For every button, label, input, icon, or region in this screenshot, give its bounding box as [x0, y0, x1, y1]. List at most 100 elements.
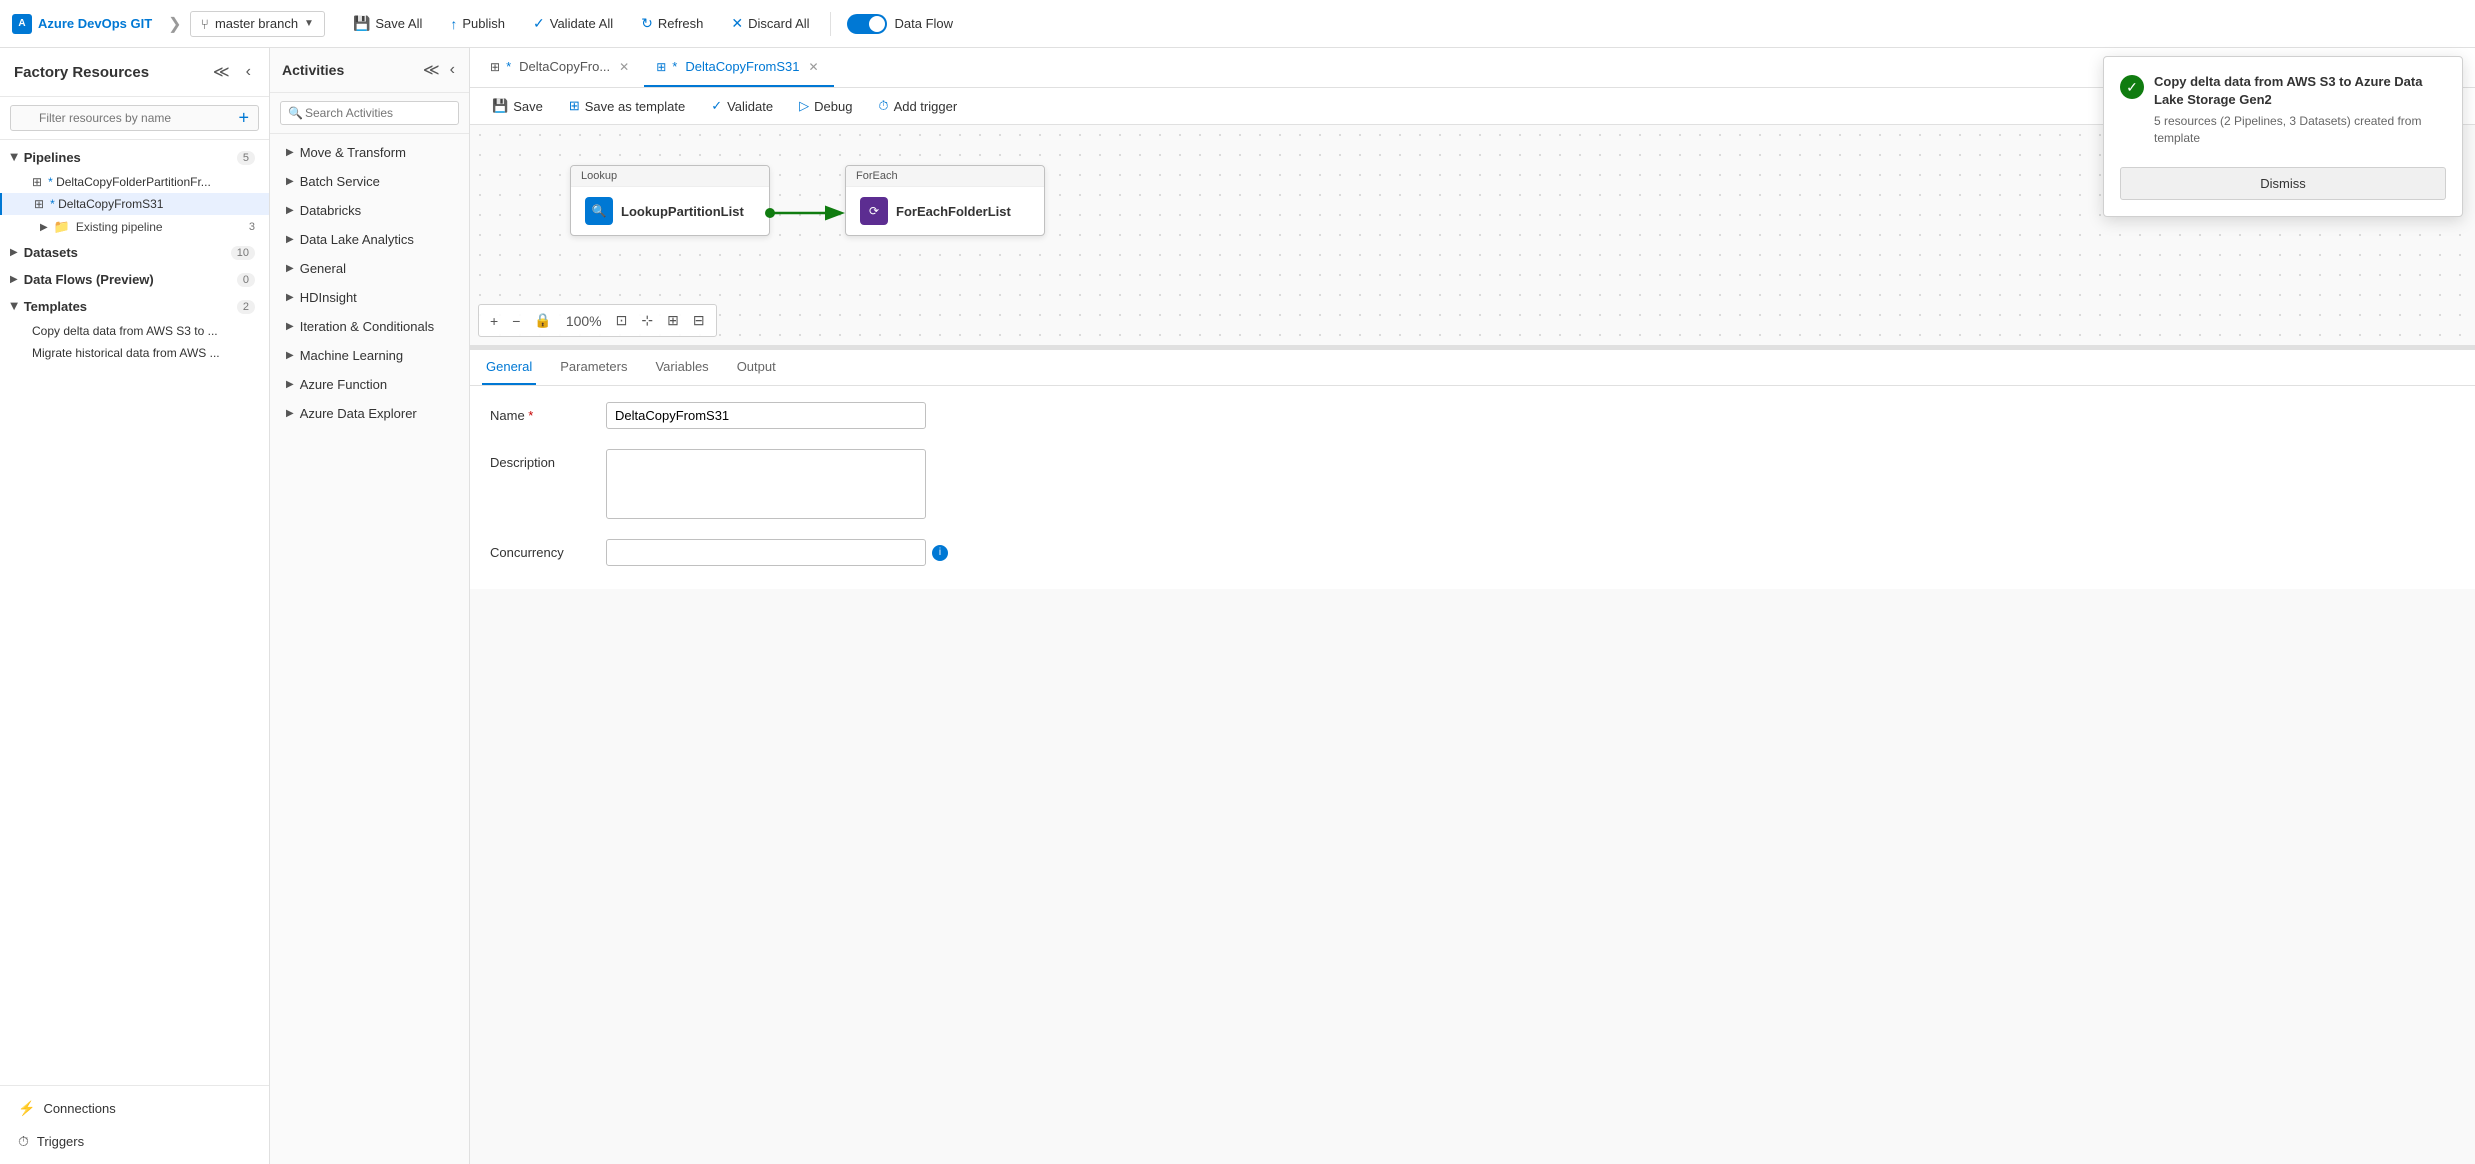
tab-1-modified: * [506, 59, 511, 74]
activity-databricks[interactable]: ▶ Databricks [270, 196, 469, 225]
datasets-section-header[interactable]: ▶ Datasets 10 [0, 239, 269, 266]
notif-success-icon: ✓ [2120, 75, 2144, 99]
canvas-debug-label: Debug [814, 99, 852, 114]
sidebar-minimize-button[interactable]: ‹ [242, 61, 255, 83]
modified-marker-2: * [50, 197, 55, 211]
tab-icon-1: ⊞ [490, 60, 500, 74]
tab-2[interactable]: ⊞ * DeltaCopyFromS31 ✕ [644, 48, 833, 87]
tab-parameters[interactable]: Parameters [556, 350, 631, 385]
pipelines-section-header[interactable]: ▶ Pipelines 5 [0, 144, 269, 171]
activity-general[interactable]: ▶ General [270, 254, 469, 283]
branch-icon: ⑂ [201, 16, 209, 32]
datasets-left: ▶ Datasets [10, 245, 78, 260]
tab-1-label: DeltaCopyFro... [519, 59, 610, 74]
tab-general[interactable]: General [482, 350, 536, 385]
canvas-validate-button[interactable]: ✓ Validate [701, 94, 783, 118]
tab-variables[interactable]: Variables [651, 350, 712, 385]
foreach-node-icon: ⟳ [860, 197, 888, 225]
activity-iteration-conditionals[interactable]: ▶ Iteration & Conditionals [270, 312, 469, 341]
activity-chevron-10: ▶ [286, 408, 294, 419]
discard-icon: ✕ [731, 15, 743, 32]
triggers-link[interactable]: ⏱ Triggers [14, 1127, 255, 1156]
sidebar-collapse-button[interactable]: ≪ [209, 60, 234, 84]
canvas-save-button[interactable]: 💾 Save [482, 94, 553, 118]
activity-data-lake-analytics[interactable]: ▶ Data Lake Analytics [270, 225, 469, 254]
bottom-panel: General Parameters Variables Output Name… [470, 349, 2475, 589]
description-textarea[interactable] [606, 449, 926, 519]
dismiss-button[interactable]: Dismiss [2120, 167, 2446, 200]
dataflows-chevron-icon: ▶ [10, 274, 18, 285]
concurrency-info-icon[interactable]: i [932, 545, 948, 561]
existing-pipeline-header[interactable]: ▶ 📁 Existing pipeline 3 [0, 215, 269, 239]
data-flow-toggle[interactable] [847, 14, 887, 34]
add-node-button[interactable]: + [485, 310, 503, 332]
lookup-node-icon: 🔍 [585, 197, 613, 225]
tab-icon-2: ⊞ [656, 60, 666, 74]
lookup-node-body: 🔍 LookupPartitionList [571, 187, 769, 235]
select-tool-button[interactable]: ⊹ [636, 309, 658, 332]
fit-canvas-button[interactable]: ⊡ [611, 309, 633, 332]
activity-chevron-1: ▶ [286, 147, 294, 158]
activity-move-transform[interactable]: ▶ Move & Transform [270, 138, 469, 167]
lookup-node[interactable]: Lookup 🔍 LookupPartitionList [570, 165, 770, 236]
sidebar-header-icons: ≪ ‹ [209, 60, 255, 84]
canvas-add-trigger-button[interactable]: ⏱ Add trigger [868, 94, 967, 118]
toggle-knob [869, 16, 885, 32]
name-label: Name * [490, 402, 590, 423]
lock-canvas-button[interactable]: 🔒 [529, 309, 556, 332]
branch-selector[interactable]: ⑂ master branch ▼ [190, 11, 325, 37]
activities-header: Activities ≪ ‹ [270, 48, 469, 93]
activity-azure-function[interactable]: ▶ Azure Function [270, 370, 469, 399]
tab-1-close[interactable]: ✕ [616, 59, 632, 75]
connections-link[interactable]: ⚡ Connections [14, 1094, 255, 1123]
adf-logo: A [12, 14, 32, 34]
foreach-node[interactable]: ForEach ⟳ ForEachFolderList [845, 165, 1045, 236]
tab-output[interactable]: Output [733, 350, 780, 385]
templates-count: 2 [237, 300, 255, 314]
activity-hdinsight[interactable]: ▶ HDInsight [270, 283, 469, 312]
refresh-button[interactable]: ↻ Refresh [629, 10, 715, 37]
group-tool-button[interactable]: ⊞ [662, 309, 684, 332]
sidebar-search-input[interactable] [10, 105, 259, 131]
pipelines-section: ▶ Pipelines 5 ⊞ * DeltaCopyFolderPartiti… [0, 144, 269, 239]
refresh-icon: ↻ [641, 15, 653, 32]
dataflows-section-label: Data Flows (Preview) [24, 272, 154, 287]
pipeline-item-1[interactable]: ⊞ * DeltaCopyFolderPartitionFr... [0, 171, 269, 193]
concurrency-input[interactable] [606, 539, 926, 566]
add-resource-button[interactable]: + [234, 108, 253, 129]
remove-node-button[interactable]: − [507, 310, 525, 332]
validate-all-button[interactable]: ✓ Validate All [521, 10, 625, 37]
foreach-node-header: ForEach [846, 166, 1044, 187]
activities-search-input[interactable] [280, 101, 459, 125]
activity-label-6: HDInsight [300, 290, 357, 305]
template-item-2[interactable]: Migrate historical data from AWS ... [0, 342, 269, 364]
activity-label-9: Azure Function [300, 377, 387, 392]
activities-collapse-button[interactable]: ≪ [421, 58, 442, 82]
canvas-save-template-button[interactable]: ⊞ Save as template [559, 94, 695, 118]
activity-batch-service[interactable]: ▶ Batch Service [270, 167, 469, 196]
name-input[interactable] [606, 402, 926, 429]
tab-1[interactable]: ⊞ * DeltaCopyFro... ✕ [478, 48, 644, 87]
left-sidebar: Factory Resources ≪ ‹ 🔍 + ▶ Pipelines [0, 48, 270, 1164]
activity-chevron-6: ▶ [286, 292, 294, 303]
discard-all-button[interactable]: ✕ Discard All [719, 10, 821, 37]
activity-machine-learning[interactable]: ▶ Machine Learning [270, 341, 469, 370]
dataflows-section-header[interactable]: ▶ Data Flows (Preview) 0 [0, 266, 269, 293]
tab-2-close[interactable]: ✕ [806, 59, 822, 75]
activity-chevron-3: ▶ [286, 205, 294, 216]
template-item-1[interactable]: Copy delta data from AWS S3 to ... [0, 320, 269, 342]
panel-content: Name * Description Concurrency i [470, 386, 2475, 589]
activities-minimize-button[interactable]: ‹ [448, 58, 457, 82]
canvas-debug-button[interactable]: ▷ Debug [789, 94, 862, 118]
templates-section-header[interactable]: ▶ Templates 2 [0, 293, 269, 320]
toggle-tool-button[interactable]: ⊟ [688, 309, 710, 332]
zoom-100-button[interactable]: 100% [561, 310, 607, 332]
sidebar-search-area: 🔍 + [0, 97, 269, 140]
new-annotation-button[interactable]: + New [606, 586, 645, 589]
activity-azure-data-explorer[interactable]: ▶ Azure Data Explorer [270, 399, 469, 428]
save-all-button[interactable]: 💾 Save All [341, 10, 434, 37]
lookup-node-header: Lookup [571, 166, 769, 187]
name-required-marker: * [528, 408, 533, 423]
publish-button[interactable]: ↑ Publish [438, 11, 517, 37]
pipeline-item-2[interactable]: ⊞ * DeltaCopyFromS31 [0, 193, 269, 215]
